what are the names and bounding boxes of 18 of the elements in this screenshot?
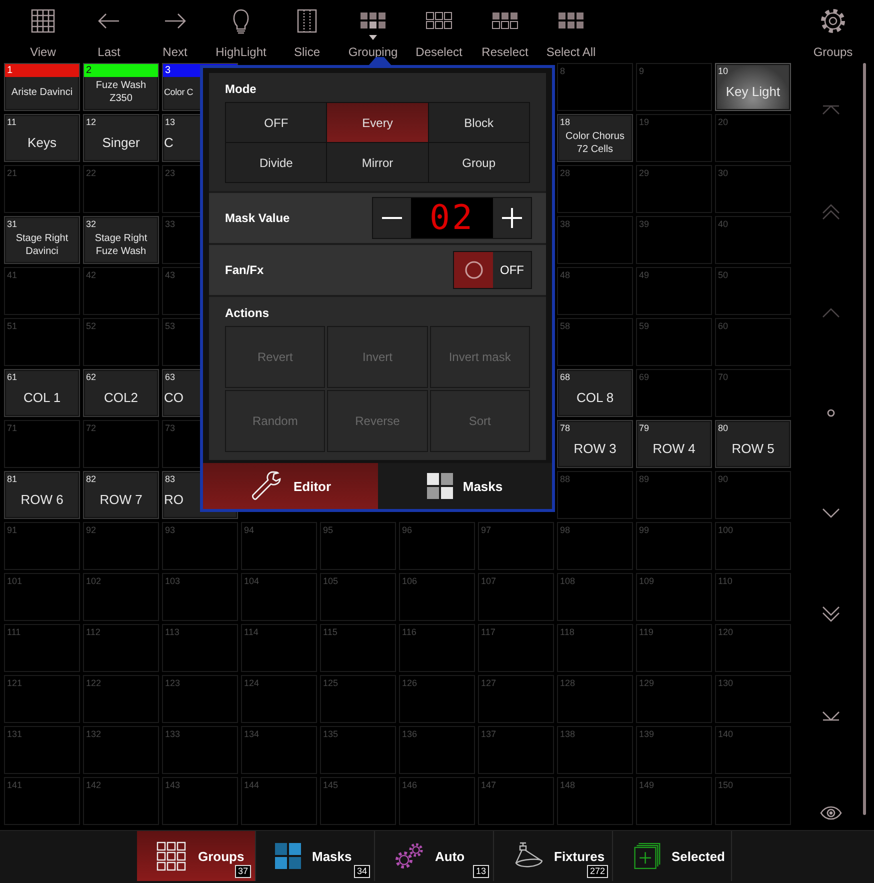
value-display: 02 xyxy=(411,198,493,238)
tab-label: Masks xyxy=(312,848,352,864)
count-badge: 272 xyxy=(586,865,608,878)
tab-label: Masks xyxy=(462,478,503,494)
tab-label: Selected xyxy=(672,848,725,864)
tab-label: Editor xyxy=(293,478,332,494)
color-bar: 2 xyxy=(84,64,158,77)
section-title: Actions xyxy=(224,305,270,322)
color-bar: 1 xyxy=(5,64,79,77)
section-title: Mode xyxy=(224,81,258,98)
tab-label: Auto xyxy=(435,848,465,864)
field-label: Fan/Fx xyxy=(225,263,264,277)
count-badge: 13 xyxy=(472,865,489,878)
tab-label: Fixtures xyxy=(554,848,605,864)
field-label: Mask Value xyxy=(225,211,290,225)
count-badge: 34 xyxy=(354,865,370,878)
tab-label: Groups xyxy=(198,848,244,864)
count-badge: 37 xyxy=(234,865,251,878)
